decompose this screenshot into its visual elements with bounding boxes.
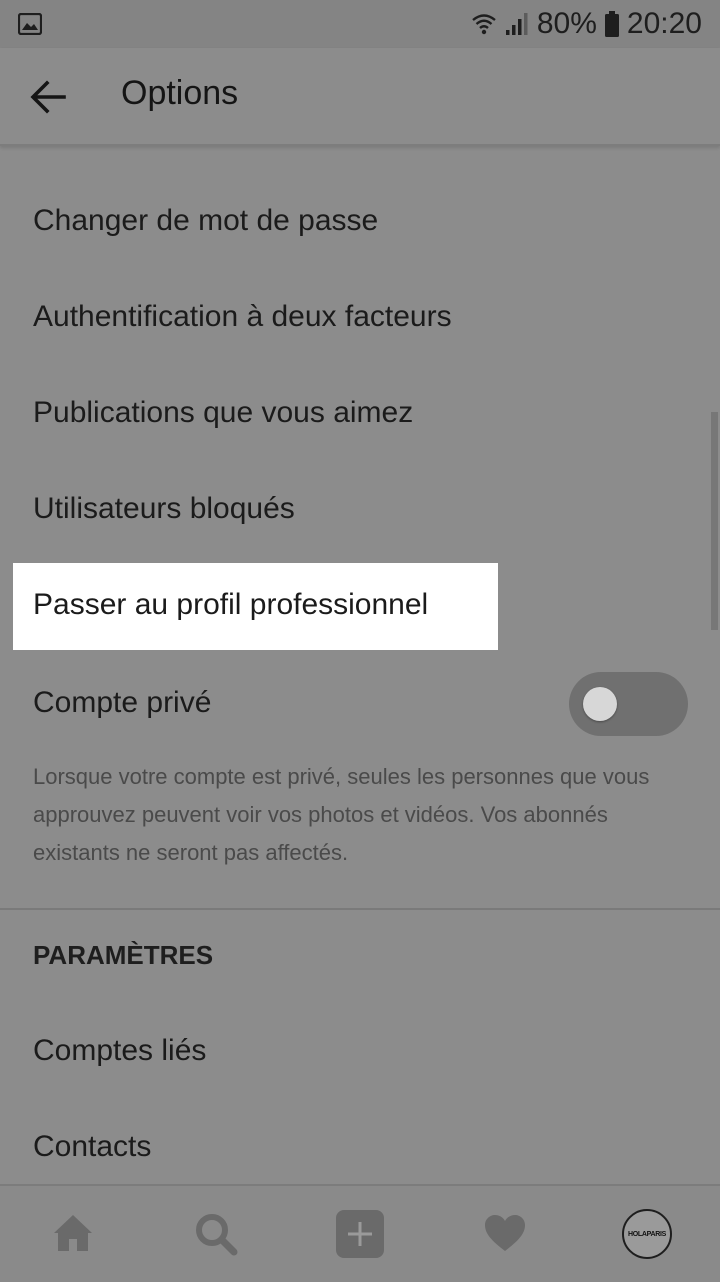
private-account-label: Compte privé — [33, 686, 212, 719]
change-password-item[interactable]: Changer de mot de passe — [33, 204, 378, 238]
status-indicators: 80% 20:20 — [471, 0, 702, 48]
image-notification-icon — [18, 13, 42, 35]
linked-accounts-item[interactable]: Comptes liés — [33, 1034, 206, 1068]
toggle-thumb — [583, 687, 617, 721]
add-post-icon[interactable] — [336, 1210, 384, 1258]
status-bar: 80% 20:20 — [0, 0, 720, 48]
signal-icon — [505, 13, 528, 35]
page-title: Options — [121, 74, 239, 112]
app-bar: Options — [0, 48, 720, 146]
options-list[interactable]: Changer de mot de passe Authentification… — [0, 146, 720, 1184]
scrollbar[interactable] — [711, 412, 718, 630]
highlighted-item-box[interactable]: Passer au profil professionnel — [13, 563, 498, 650]
liked-posts-item[interactable]: Publications que vous aimez — [33, 396, 413, 430]
search-icon[interactable] — [194, 1212, 238, 1256]
section-divider — [0, 908, 720, 910]
bottom-navigation: HOLAPARIS — [0, 1184, 720, 1282]
settings-section-header: PARAMÈTRES — [33, 940, 214, 970]
home-icon[interactable] — [52, 1213, 94, 1253]
contacts-item[interactable]: Contacts — [33, 1130, 151, 1164]
battery-icon — [604, 11, 619, 37]
avatar-text: HOLAPARIS — [627, 1230, 666, 1238]
switch-to-business-profile-item[interactable]: Passer au profil professionnel — [33, 588, 428, 622]
wifi-icon — [472, 14, 496, 35]
private-account-description: Lorsque votre compte est privé, seules l… — [33, 764, 650, 865]
private-account-toggle[interactable] — [569, 672, 688, 736]
clock: 20:20 — [626, 7, 702, 40]
two-factor-auth-item[interactable]: Authentification à deux facteurs — [33, 300, 452, 334]
heart-icon[interactable] — [484, 1214, 526, 1252]
profile-avatar[interactable]: HOLAPARIS — [622, 1209, 672, 1259]
battery-percent: 80% — [536, 7, 597, 40]
blocked-users-item[interactable]: Utilisateurs bloqués — [33, 492, 295, 526]
back-arrow-icon[interactable] — [30, 80, 66, 114]
